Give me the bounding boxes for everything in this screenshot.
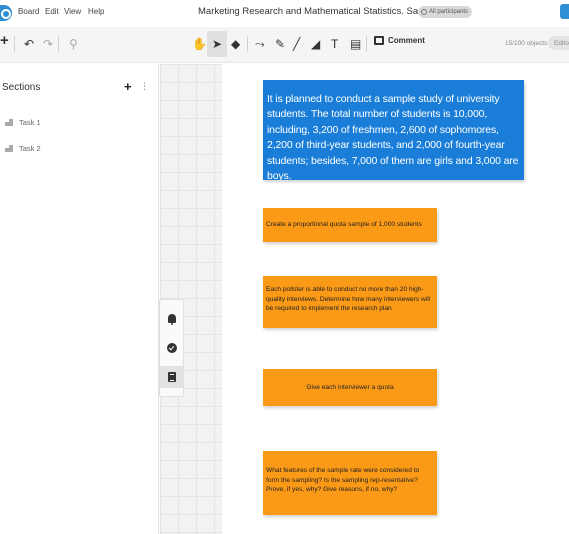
section-item-task-1[interactable]: Task 1 bbox=[5, 118, 41, 127]
section-icon bbox=[5, 118, 13, 127]
sticky-note-icon[interactable]: ▤ bbox=[350, 37, 361, 51]
select-tool-icon[interactable]: ➤ bbox=[212, 37, 222, 51]
task-note-4[interactable]: What features of the sample rate were co… bbox=[263, 451, 437, 515]
eraser-icon[interactable]: ◆ bbox=[231, 37, 240, 51]
notifications-button[interactable] bbox=[160, 307, 183, 329]
task-note-text: Each pollster is able to conduct no more… bbox=[266, 286, 431, 313]
pen-icon[interactable]: ✎ bbox=[275, 37, 285, 51]
redo-icon[interactable]: ↷ bbox=[43, 37, 53, 51]
comment-button[interactable]: Comment bbox=[374, 36, 425, 45]
format-paint-icon[interactable]: ⚲ bbox=[69, 37, 78, 51]
toolbar-divider bbox=[58, 36, 59, 52]
connector-icon[interactable]: ⤳ bbox=[255, 37, 265, 51]
app-logo-icon[interactable] bbox=[0, 5, 12, 21]
comment-icon bbox=[374, 36, 384, 45]
task-note-2[interactable]: Each pollster is able to conduct no more… bbox=[263, 276, 437, 328]
section-item-label: Task 2 bbox=[19, 144, 41, 153]
globe-icon bbox=[421, 9, 427, 15]
more-options-icon[interactable]: ⋮ bbox=[140, 81, 149, 92]
menu-view[interactable]: View bbox=[64, 7, 81, 16]
participants-label: All participants bbox=[429, 9, 469, 15]
section-icon bbox=[5, 144, 13, 153]
add-icon[interactable]: + bbox=[0, 33, 9, 48]
role-badge[interactable]: Editor bbox=[548, 36, 569, 50]
share-button[interactable] bbox=[560, 4, 569, 19]
sections-sidebar: Sections + ⋮ Task 1 Task 2 bbox=[0, 64, 159, 534]
objects-count: 15/100 objects bbox=[505, 40, 548, 47]
document-button[interactable] bbox=[160, 366, 183, 388]
sections-title: Sections bbox=[2, 82, 41, 93]
add-section-icon[interactable]: + bbox=[124, 79, 132, 94]
task-note-1[interactable]: Create a proportional quota sample of 1,… bbox=[263, 208, 437, 242]
check-circle-icon bbox=[166, 343, 177, 353]
floating-side-panel bbox=[159, 299, 184, 397]
toolbar: + ↶ ↷ ⚲ ✋ ➤ ◆ ⤳ ✎ ╱ ◢ T ▤ Comment 15/100… bbox=[0, 27, 569, 63]
task-note-text: Create a proportional quota sample of 1,… bbox=[266, 221, 422, 229]
menu-edit[interactable]: Edit bbox=[45, 7, 59, 16]
task-note-text: What features of the sample rate were co… bbox=[266, 467, 420, 494]
toolbar-divider bbox=[14, 36, 15, 52]
menu-help[interactable]: Help bbox=[88, 7, 104, 16]
document-icon bbox=[167, 372, 176, 382]
participants-badge[interactable]: All participants bbox=[418, 6, 473, 18]
line-icon[interactable]: ╱ bbox=[293, 37, 300, 51]
text-tool-icon[interactable]: T bbox=[331, 37, 338, 51]
shapes-icon[interactable]: ◢ bbox=[311, 37, 320, 51]
tasks-check-button[interactable] bbox=[160, 337, 183, 359]
section-item-label: Task 1 bbox=[19, 118, 41, 127]
task-note-3[interactable]: Give each interviewer a quota bbox=[263, 369, 437, 406]
task-note-text: Give each interviewer a quota bbox=[306, 383, 394, 391]
menu-board[interactable]: Board bbox=[18, 7, 39, 16]
problem-statement-note[interactable]: It is planned to conduct a sample study … bbox=[263, 80, 524, 180]
hand-tool-icon[interactable]: ✋ bbox=[192, 37, 207, 51]
toolbar-divider bbox=[247, 36, 248, 52]
board-title[interactable]: Marketing Research and Mathematical Stat… bbox=[198, 6, 446, 17]
undo-icon[interactable]: ↶ bbox=[24, 37, 34, 51]
toolbar-divider bbox=[366, 36, 367, 52]
comment-label: Comment bbox=[388, 36, 425, 45]
bell-icon bbox=[167, 313, 176, 325]
menu-bar: Board Edit View Help Marketing Research … bbox=[0, 0, 569, 26]
section-item-task-2[interactable]: Task 2 bbox=[5, 144, 41, 153]
